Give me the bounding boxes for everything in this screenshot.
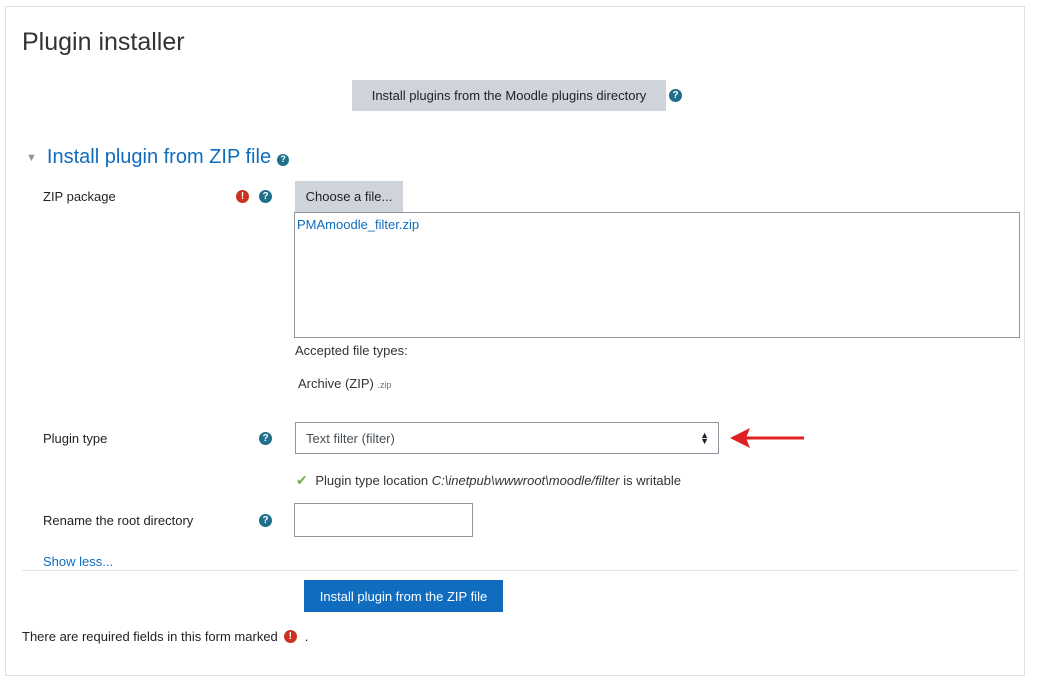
file-drop-area[interactable]: PMAmoodle_filter.zip bbox=[294, 212, 1020, 338]
accepted-type-name: Archive (ZIP) bbox=[298, 376, 374, 391]
selected-file-link[interactable]: PMAmoodle_filter.zip bbox=[297, 217, 419, 232]
install-zip-button[interactable]: Install plugin from the ZIP file bbox=[304, 580, 503, 612]
show-less-link[interactable]: Show less... bbox=[43, 554, 113, 569]
question-circle-icon[interactable]: ? bbox=[259, 190, 272, 203]
question-circle-icon[interactable]: ? bbox=[259, 514, 272, 527]
location-prefix: Plugin type location bbox=[315, 473, 429, 488]
required-note-text: There are required fields in this form m… bbox=[22, 629, 278, 644]
question-circle-icon[interactable]: ? bbox=[259, 432, 272, 445]
section-title: Install plugin from ZIP file bbox=[46, 146, 272, 168]
section-header-install-zip[interactable]: ▼ Install plugin from ZIP file ? bbox=[26, 146, 290, 169]
zip-package-label: ZIP package bbox=[43, 189, 116, 204]
exclamation-circle-icon: ! bbox=[236, 190, 249, 203]
location-path: C:\inetpub\wwwroot\moodle/filter bbox=[431, 473, 620, 488]
check-icon: ✔ bbox=[296, 472, 308, 488]
divider bbox=[22, 570, 1018, 571]
accepted-type-item: Archive (ZIP) .zip bbox=[298, 376, 391, 391]
plugin-location-status: ✔ Plugin type location C:\inetpub\wwwroo… bbox=[296, 472, 681, 489]
rename-root-input[interactable] bbox=[294, 503, 473, 537]
question-circle-icon[interactable]: ? bbox=[669, 89, 682, 102]
required-note-end: . bbox=[304, 629, 309, 644]
select-arrows-icon: ▲ ▼ bbox=[700, 430, 709, 446]
plugin-type-label: Plugin type bbox=[43, 431, 108, 446]
plugin-type-selected-value: Text filter (filter) bbox=[306, 430, 395, 446]
choose-file-button[interactable]: Choose a file... bbox=[295, 181, 403, 212]
question-circle-icon[interactable]: ? bbox=[277, 153, 290, 166]
install-from-directory-button[interactable]: Install plugins from the Moodle plugins … bbox=[352, 80, 666, 111]
caret-down-icon[interactable]: ▼ bbox=[26, 152, 37, 164]
plugin-type-select[interactable]: Text filter (filter) ▲ ▼ bbox=[295, 422, 719, 454]
exclamation-circle-icon: ! bbox=[283, 630, 297, 643]
red-arrow-annotation bbox=[730, 428, 804, 448]
accepted-type-ext: .zip bbox=[377, 380, 392, 390]
location-suffix: is writable bbox=[623, 473, 682, 488]
accepted-types-label: Accepted file types: bbox=[295, 343, 408, 358]
rename-root-label: Rename the root directory bbox=[43, 513, 194, 528]
required-fields-note: There are required fields in this form m… bbox=[22, 629, 308, 644]
page-title: Plugin installer bbox=[22, 28, 185, 56]
